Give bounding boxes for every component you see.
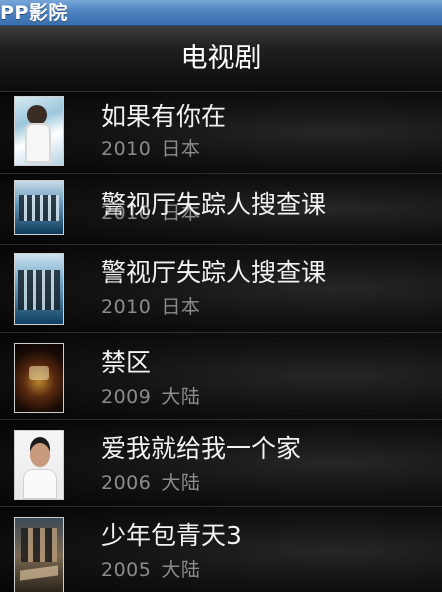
series-meta: 2006 大陆 bbox=[101, 472, 200, 494]
app-window: PP影院 电视剧 如果有你在 2010 日本 警视厅失踪人搜查课 2010 日本 警… bbox=[0, 0, 442, 592]
series-region: 日本 bbox=[161, 296, 201, 318]
series-year: 2010 bbox=[101, 138, 152, 160]
list-item[interactable]: 警视厅失踪人搜查课 2010 日本 bbox=[0, 245, 442, 333]
series-title: 警视厅失踪人搜查课 bbox=[101, 190, 327, 219]
list-item[interactable]: 爱我就给我一个家 2006 大陆 bbox=[0, 420, 442, 507]
list-item[interactable]: 禁区 2009 大陆 bbox=[0, 333, 442, 420]
app-title: PP影院 bbox=[0, 2, 68, 24]
series-year: 2010 bbox=[101, 296, 152, 318]
series-title: 少年包青天3 bbox=[101, 521, 242, 550]
tv-series-list: 如果有你在 2010 日本 警视厅失踪人搜查课 2010 日本 警视厅失踪人搜查课 … bbox=[0, 92, 442, 592]
poster-thumbnail bbox=[14, 430, 64, 500]
series-meta: 2005 大陆 bbox=[101, 559, 200, 581]
list-item[interactable]: 如果有你在 2010 日本 bbox=[0, 92, 442, 174]
poster-thumbnail bbox=[14, 343, 64, 413]
series-title: 爱我就给我一个家 bbox=[101, 434, 302, 463]
series-title: 如果有你在 bbox=[101, 102, 227, 131]
list-item[interactable]: 警视厅失踪人搜查课 2010 日本 bbox=[0, 174, 442, 245]
poster-thumbnail bbox=[14, 180, 64, 235]
series-region: 日本 bbox=[161, 138, 201, 160]
series-region: 大陆 bbox=[161, 386, 201, 408]
series-region: 大陆 bbox=[161, 472, 201, 494]
series-meta: 2009 大陆 bbox=[101, 386, 200, 408]
poster-thumbnail bbox=[14, 253, 64, 325]
page-title: 电视剧 bbox=[180, 43, 262, 74]
poster-thumbnail bbox=[14, 517, 64, 592]
window-title-bar: PP影院 bbox=[0, 0, 442, 26]
poster-thumbnail bbox=[14, 96, 64, 166]
series-meta: 2010 日本 bbox=[101, 138, 200, 160]
list-item[interactable]: 少年包青天3 2005 大陆 bbox=[0, 507, 442, 592]
series-meta: 2010 日本 bbox=[101, 296, 200, 318]
series-year: 2009 bbox=[101, 386, 152, 408]
page-header: 电视剧 bbox=[0, 26, 442, 92]
series-year: 2005 bbox=[101, 559, 152, 581]
series-title: 警视厅失踪人搜查课 bbox=[101, 258, 327, 287]
series-year: 2006 bbox=[101, 472, 152, 494]
series-region: 大陆 bbox=[161, 559, 201, 581]
series-title: 禁区 bbox=[101, 348, 152, 377]
